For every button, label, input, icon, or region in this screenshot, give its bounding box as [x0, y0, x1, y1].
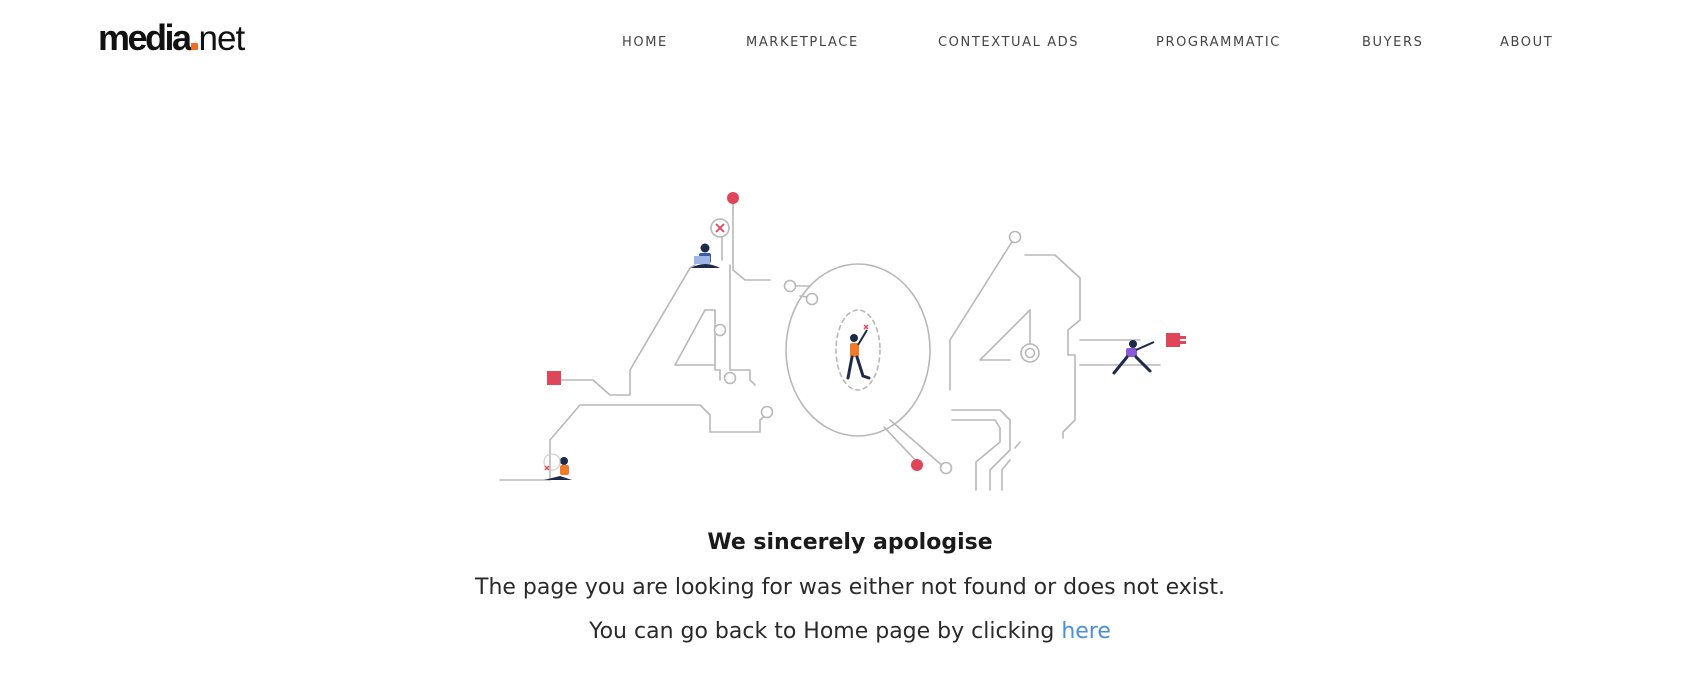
- nav-item-contextual-ads[interactable]: CONTEXTUAL ADS: [938, 34, 1079, 52]
- 404-circuit-graphic: [499, 192, 1186, 491]
- circuit-line-bottom-left: [549, 404, 771, 451]
- nav-item-home[interactable]: HOME: [622, 34, 668, 52]
- home-redirect-line: You can go back to Home page by clicking…: [0, 619, 1700, 644]
- circuit-line-4b-left: [949, 236, 1016, 391]
- home-redirect-text: You can go back to Home page by clicking: [589, 619, 1062, 644]
- nav-item-marketplace[interactable]: MARKETPLACE: [746, 34, 859, 52]
- person-sitting-icon: [543, 453, 572, 480]
- 404-illustration: [490, 180, 1210, 500]
- red-square-node-icon: [547, 371, 561, 385]
- circuit-line-4a-right: [729, 264, 756, 386]
- circuit-line-top: [732, 199, 771, 281]
- person-climbing-icon: [846, 324, 871, 380]
- circuit-line-4a-left: [559, 267, 691, 396]
- home-link[interactable]: here: [1061, 619, 1111, 644]
- nav-item-about[interactable]: ABOUT: [1500, 34, 1553, 52]
- circuit-q-tail-1: [883, 426, 921, 466]
- circuit-line-4a-inner: [674, 309, 716, 366]
- red-plug-icon: [1166, 333, 1180, 347]
- nav-item-buyers[interactable]: BUYERS: [1362, 34, 1423, 52]
- red-node-bottom-icon: [911, 459, 923, 471]
- error-badge-icon: [710, 218, 730, 238]
- person-pulling-icon: [1112, 340, 1155, 375]
- error-title: We sincerely apologise: [707, 530, 993, 555]
- red-node-top-icon: [727, 192, 739, 204]
- site-header: media net HOME MARKETPLACE CONTEXTUAL AD…: [0, 0, 1700, 84]
- main-nav: HOME MARKETPLACE CONTEXTUAL ADS PROGRAMM…: [0, 34, 1700, 54]
- nav-item-programmatic[interactable]: PROGRAMMATIC: [1156, 34, 1281, 52]
- error-description: The page you are looking for was either …: [475, 575, 1225, 600]
